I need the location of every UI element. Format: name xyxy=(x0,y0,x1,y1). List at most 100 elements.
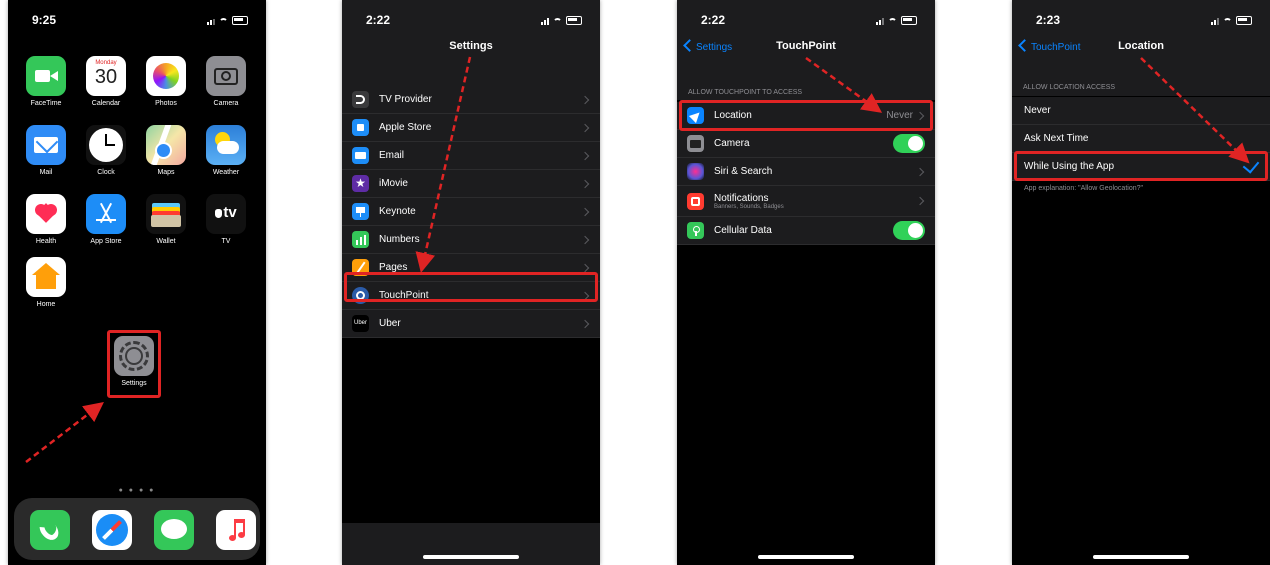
app-tv[interactable]: tv TV xyxy=(202,194,250,245)
settings-item-apple-store[interactable]: Apple Store xyxy=(342,114,600,142)
home-screen-phone: 9:25 FaceTime Monday 30 Calendar Photos xyxy=(8,0,266,565)
cellular-data-icon xyxy=(687,222,704,239)
chevron-right-icon xyxy=(580,95,590,104)
signal-icon xyxy=(541,18,549,25)
signal-icon xyxy=(876,18,884,25)
app-label: Home xyxy=(36,301,56,308)
safari-icon[interactable] xyxy=(92,510,132,550)
status-icons xyxy=(207,16,248,25)
battery-icon xyxy=(901,16,917,25)
option-ask-next-time[interactable]: Ask Next Time xyxy=(1012,125,1270,153)
status-bar: 2:22 xyxy=(677,0,935,36)
app-label: Wallet xyxy=(156,238,176,245)
phone-icon[interactable] xyxy=(30,510,70,550)
app-app-store[interactable]: App Store xyxy=(82,194,130,245)
settings-item-email[interactable]: Email xyxy=(342,142,600,170)
tv-provider-icon xyxy=(352,91,369,108)
camera-toggle[interactable] xyxy=(893,134,925,153)
while-using-highlight-box xyxy=(1014,151,1268,181)
app-calendar[interactable]: Monday 30 Calendar xyxy=(82,56,130,107)
option-never[interactable]: Never xyxy=(1012,97,1270,125)
app-home[interactable]: Home xyxy=(22,257,70,308)
page-title: Settings xyxy=(449,40,493,52)
settings-item-label: Numbers xyxy=(379,234,420,245)
app-facetime[interactable]: FaceTime xyxy=(22,56,70,107)
status-bar: 9:25 xyxy=(8,0,266,36)
status-time: 2:22 xyxy=(701,13,726,27)
app-label: Weather xyxy=(212,169,240,176)
settings-item-uber[interactable]: Uber Uber xyxy=(342,310,600,338)
email-icon xyxy=(352,147,369,164)
settings-highlight-box xyxy=(107,330,161,398)
chevron-right-icon xyxy=(580,123,590,132)
wifi-icon xyxy=(1223,18,1232,25)
wifi-icon xyxy=(553,18,562,25)
app-wallet[interactable]: Wallet xyxy=(142,194,190,245)
settings-item-imovie[interactable]: ★ iMovie xyxy=(342,170,600,198)
app-photos[interactable]: Photos xyxy=(142,56,190,107)
app-health[interactable]: Health xyxy=(22,194,70,245)
app-label: Photos xyxy=(155,100,177,107)
settings-item-label: Email xyxy=(379,150,405,161)
status-time: 9:25 xyxy=(32,13,57,27)
app-label: TV xyxy=(221,238,231,245)
app-explanation: App explanation: "Allow Geolocation?" xyxy=(1024,185,1143,192)
app-weather[interactable]: Weather xyxy=(202,125,250,176)
app-label: App Store xyxy=(90,238,122,245)
permission-label: Notifications Banners, Sounds, Badges xyxy=(714,193,917,210)
permission-camera[interactable]: Camera xyxy=(677,130,935,158)
app-camera[interactable]: Camera xyxy=(202,56,250,107)
status-icons xyxy=(541,16,582,25)
status-bar: 2:23 xyxy=(1012,0,1270,36)
touchpoint-highlight-box xyxy=(344,272,598,302)
wifi-icon xyxy=(888,18,897,25)
settings-item-label: iMovie xyxy=(379,178,408,189)
messages-icon[interactable] xyxy=(154,510,194,550)
home-indicator[interactable] xyxy=(423,555,519,559)
chevron-right-icon xyxy=(580,207,590,216)
app-label: Camera xyxy=(213,100,239,107)
notifications-sublabel: Banners, Sounds, Badges xyxy=(714,203,784,210)
health-icon xyxy=(26,194,66,234)
home-indicator[interactable] xyxy=(1093,555,1189,559)
home-icon xyxy=(26,257,66,297)
clock-icon xyxy=(86,125,126,165)
settings-item-tv-provider[interactable]: TV Provider xyxy=(342,86,600,114)
facetime-icon xyxy=(26,56,66,96)
permission-cellular-data[interactable]: Cellular Data xyxy=(677,217,935,245)
apple-logo-icon xyxy=(215,209,223,218)
app-mail[interactable]: Mail xyxy=(22,125,70,176)
permission-siri-search[interactable]: Siri & Search xyxy=(677,158,935,186)
weather-icon xyxy=(206,125,246,165)
page-indicator: ● ● ● ● xyxy=(118,487,156,494)
chevron-right-icon xyxy=(915,196,925,206)
status-bar: 2:22 xyxy=(342,0,600,36)
settings-item-numbers[interactable]: Numbers xyxy=(342,226,600,254)
chevron-right-icon xyxy=(580,151,590,160)
permission-notifications[interactable]: Notifications Banners, Sounds, Badges xyxy=(677,186,935,217)
app-maps[interactable]: Maps xyxy=(142,125,190,176)
permission-label: Cellular Data xyxy=(714,225,772,236)
tv-glyph: tv xyxy=(223,204,237,221)
app-clock[interactable]: Clock xyxy=(82,125,130,176)
status-time: 2:23 xyxy=(1036,13,1061,27)
camera-icon xyxy=(206,56,246,96)
settings-item-keynote[interactable]: Keynote xyxy=(342,198,600,226)
touchpoint-phone: 2:22 Settings TouchPoint ALLOW TOUCHPOIN… xyxy=(677,0,935,565)
calendar-date: 30 xyxy=(94,66,118,88)
signal-icon xyxy=(1211,18,1219,25)
status-icons xyxy=(1211,16,1252,25)
numbers-icon xyxy=(352,231,369,248)
app-label: Health xyxy=(35,238,57,245)
music-icon[interactable] xyxy=(216,510,256,550)
keynote-icon xyxy=(352,203,369,220)
signal-icon xyxy=(207,19,215,25)
home-indicator[interactable] xyxy=(758,555,854,559)
battery-icon xyxy=(1236,16,1252,25)
chevron-right-icon xyxy=(580,235,590,244)
settings-phone: 2:22 Settings TV Provider Apple Store Em… xyxy=(342,0,600,565)
maps-icon xyxy=(146,125,186,165)
mail-icon xyxy=(26,125,66,165)
cellular-data-toggle[interactable] xyxy=(893,221,925,240)
uber-glyph: Uber xyxy=(353,320,367,326)
